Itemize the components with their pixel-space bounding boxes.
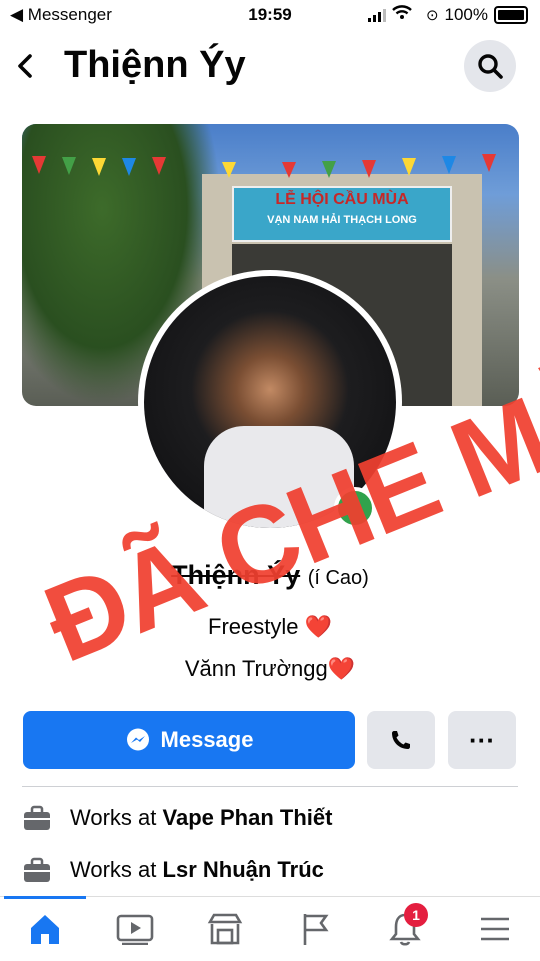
- work-item: Works at Lsr Nhuận Trúc: [22, 852, 324, 888]
- profile-header: Thiệnn Ýy: [0, 38, 540, 98]
- signal-icon: [367, 8, 386, 22]
- work-prefix: Works at: [70, 805, 157, 830]
- hamburger-menu-icon: [481, 917, 509, 941]
- search-icon: [478, 54, 503, 79]
- cover-bunting: [32, 154, 496, 178]
- briefcase-icon: [24, 857, 50, 882]
- message-button[interactable]: Message: [23, 711, 355, 769]
- tab-menu[interactable]: [470, 907, 520, 951]
- video-icon: [116, 914, 154, 945]
- message-button-label: Message: [160, 727, 254, 752]
- flag-icon: [303, 914, 329, 945]
- work-prefix: Works at: [70, 857, 157, 882]
- more-icon: ···: [469, 724, 495, 755]
- work-place[interactable]: Vape Phan Thiết: [163, 805, 333, 830]
- call-button[interactable]: [367, 711, 435, 769]
- status-right: ⊙ 100%: [362, 4, 528, 25]
- messenger-icon: [126, 728, 149, 751]
- search-button[interactable]: [464, 40, 516, 92]
- back-button[interactable]: [12, 46, 42, 86]
- banner-title: LỄ HỘI CẦU MÙA: [275, 191, 409, 208]
- status-bar: ◀ Messenger 19:59 ⊙ 100%: [0, 0, 540, 30]
- work-item: Works at Vape Phan Thiết: [22, 800, 332, 836]
- active-tab-indicator: [4, 896, 86, 899]
- tab-home[interactable]: [20, 907, 70, 951]
- more-options-button[interactable]: ···: [448, 711, 516, 769]
- notification-badge: 1: [404, 903, 428, 927]
- cover-banner: LỄ HỘI CẦU MÙA VẠN NAM HẢI THẠCH LONG: [232, 186, 452, 242]
- orientation-lock-icon: ⊙: [425, 6, 439, 24]
- bottom-tab-bar: 1: [0, 896, 540, 961]
- marketplace-icon: [207, 913, 243, 945]
- home-icon: [31, 915, 59, 944]
- work-place[interactable]: Lsr Nhuận Trúc: [163, 857, 324, 882]
- briefcase-icon: [24, 805, 50, 830]
- tab-marketplace[interactable]: [200, 907, 250, 951]
- phone-icon: [392, 731, 410, 749]
- battery-percent: 100%: [444, 4, 488, 24]
- chevron-left-icon: [18, 54, 32, 78]
- battery-icon: [494, 5, 528, 24]
- tab-notifications[interactable]: 1: [380, 903, 430, 951]
- wifi-icon: [392, 4, 412, 25]
- tab-watch[interactable]: [110, 907, 160, 951]
- page-title: Thiệnn Ýy: [64, 44, 246, 86]
- divider: [22, 786, 518, 787]
- tab-pages[interactable]: [290, 907, 340, 951]
- banner-subtitle: VẠN NAM HẢI THẠCH LONG: [267, 214, 417, 226]
